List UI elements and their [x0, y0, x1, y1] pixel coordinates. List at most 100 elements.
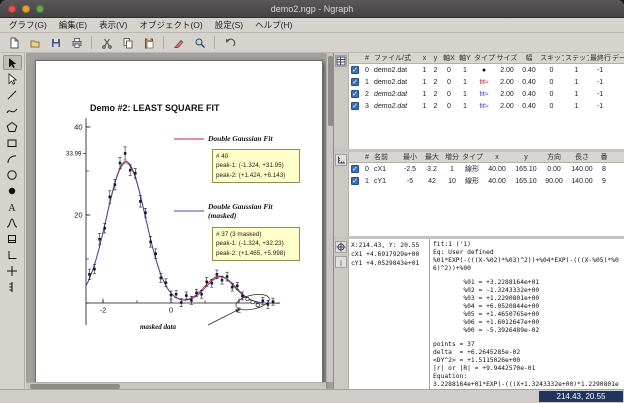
select-tool[interactable]: [3, 55, 22, 70]
file-table-row[interactable]: ✓ 1 demo2.dat 1 2 0 1 fit≈ 2.00 0.40 0: [349, 76, 624, 88]
file-column-header[interactable]: ステップ: [564, 53, 589, 63]
information-tab[interactable]: i: [335, 256, 347, 268]
file-column-header[interactable]: #: [361, 55, 373, 62]
menu-item-graph[interactable]: グラフ(G): [3, 18, 53, 32]
file-table-row[interactable]: ✓ 2 demo2.dat 1 2 0 1 fit≈ 2.00 0.40 0: [349, 88, 624, 100]
legend-fit2-label-2[interactable]: (masked): [208, 211, 236, 220]
cursor-position: 214.43, 20.55: [539, 391, 623, 402]
file-table-row[interactable]: ✓ 0 demo2.dat 1 2 0 1 ● 2.00 0.40 0: [349, 64, 624, 76]
cut-button[interactable]: [97, 35, 116, 51]
svg-text:40: 40: [74, 123, 82, 132]
save-button[interactable]: [46, 35, 65, 51]
row-visible-checkbox[interactable]: ✓: [351, 177, 359, 185]
axis-column-header[interactable]: 方向: [541, 152, 567, 162]
axis-column-header[interactable]: 名前: [373, 152, 399, 162]
mark-icon: [6, 185, 18, 197]
open-icon: [29, 37, 41, 49]
fit-info-box-1[interactable]: # 40 peak-1: (-1.324, +31.95) peak-2: (+…: [212, 149, 300, 183]
file-column-header[interactable]: 最終行: [589, 53, 611, 63]
print-button[interactable]: [67, 35, 86, 51]
legend-fit2-label[interactable]: Double Gaussian Fit: [208, 202, 273, 211]
frame-graph-tool[interactable]: [3, 231, 22, 246]
axis-column-header[interactable]: y: [511, 154, 541, 161]
axis-column-header[interactable]: 番: [597, 152, 611, 162]
viewer-button[interactable]: [190, 35, 209, 51]
menu-item-view[interactable]: 表示(V): [93, 18, 133, 32]
single-axis-tool[interactable]: [3, 279, 22, 294]
curve-tool[interactable]: [3, 103, 22, 118]
file-column-header[interactable]: データ数: [611, 53, 624, 63]
file-column-header[interactable]: 軸X: [441, 53, 457, 63]
row-visible-checkbox[interactable]: ✓: [351, 66, 359, 74]
legend-select-tool[interactable]: [3, 71, 22, 86]
maximize-button[interactable]: [36, 5, 44, 13]
canvas-area[interactable]: -202204033.99 Demo #2: LEAST SQUARE FIT …: [26, 53, 333, 389]
fit-log-line: Equation:: [433, 373, 621, 381]
menu-item-settings[interactable]: 設定(S): [209, 18, 249, 32]
fit-log-line: delta = +6.2645285e-02: [433, 349, 621, 357]
polygon-tool[interactable]: [3, 119, 22, 134]
page[interactable]: -202204033.99 Demo #2: LEAST SQUARE FIT …: [35, 60, 323, 386]
circle-tool[interactable]: [3, 167, 22, 182]
close-button[interactable]: [8, 5, 16, 13]
horizontal-scrollbar[interactable]: [26, 382, 326, 389]
file-table: #ファイル/式xy軸X軸Yタイプサイズ幅スキップステップ最終行データ数 ✓ 0 …: [349, 53, 624, 149]
paste-button[interactable]: [139, 35, 158, 51]
file-table-row[interactable]: ✓ 3 demo2.dat 1 2 0 1 fit≈ 2.00 0.40 0: [349, 100, 624, 112]
new-document-button[interactable]: [4, 35, 23, 51]
coordinate-tab[interactable]: [335, 241, 347, 253]
rectangle-tool[interactable]: [3, 135, 22, 150]
section-graph-tool[interactable]: [3, 247, 22, 262]
row-visible-checkbox[interactable]: ✓: [351, 102, 359, 110]
masked-data-label[interactable]: masked data: [140, 323, 176, 331]
file-column-header[interactable]: ファイル/式: [373, 53, 419, 63]
axis-column-header[interactable]: x: [483, 154, 511, 161]
axis-column-header[interactable]: 長さ: [567, 152, 597, 162]
file-column-header[interactable]: タイプ: [473, 53, 495, 63]
window-title: demo2.ngp - Ngraph: [271, 4, 354, 14]
plot-title[interactable]: Demo #2: LEAST SQUARE FIT: [90, 103, 220, 113]
axis-column-header[interactable]: 最小: [399, 152, 421, 162]
open-button[interactable]: [25, 35, 44, 51]
axis-list-icon: [336, 155, 346, 165]
axis-table-row[interactable]: ✓ 1 cY1 -5 42 10 線形 40.00 165.10 90.00 1: [349, 175, 624, 187]
menu-item-help[interactable]: ヘルプ(H): [249, 18, 298, 32]
cross-graph-tool[interactable]: [3, 263, 22, 278]
legend-fit1-label[interactable]: Double Gaussian Fit: [208, 134, 273, 143]
arc-tool[interactable]: [3, 151, 22, 166]
file-column-header[interactable]: y: [430, 55, 441, 62]
vertical-scrollbar[interactable]: [326, 53, 333, 382]
plot-type: fit≈: [473, 103, 495, 110]
text-tool[interactable]: A: [3, 199, 22, 214]
fit-log-line: %02 = -1.3243332e+00: [433, 287, 621, 295]
draw-button[interactable]: [169, 35, 188, 51]
row-visible-checkbox[interactable]: ✓: [351, 165, 359, 173]
axis-column-header[interactable]: #: [361, 154, 373, 161]
single-axis-icon: [6, 281, 18, 293]
minimize-button[interactable]: [22, 5, 30, 13]
menu-item-edit[interactable]: 編集(E): [53, 18, 93, 32]
axis-column-header[interactable]: 増分: [443, 152, 461, 162]
row-visible-checkbox[interactable]: ✓: [351, 90, 359, 98]
file-column-header[interactable]: サイズ: [495, 53, 519, 63]
gauss-tool[interactable]: [3, 215, 22, 230]
toolbar-separator: [214, 36, 215, 49]
axis-column-header[interactable]: 最大: [421, 152, 443, 162]
menu-item-object[interactable]: オブジェクト(O): [133, 18, 208, 32]
undo-button[interactable]: [220, 35, 239, 51]
line-tool[interactable]: [3, 87, 22, 102]
axis-column-header[interactable]: タイプ: [461, 152, 483, 162]
axis-table-row[interactable]: ✓ 0 cX1 -2.5 3.2 1 線形 40.00 165.10 0.00: [349, 163, 624, 175]
row-visible-checkbox[interactable]: ✓: [351, 78, 359, 86]
file-column-header[interactable]: x: [419, 55, 430, 62]
mark-tool[interactable]: [3, 183, 22, 198]
data-list-tab[interactable]: [335, 55, 347, 67]
svg-text:20: 20: [74, 211, 82, 220]
fit-info-box-2[interactable]: # 37 (3 masked) peak-1: (-1.324, +32.23)…: [212, 227, 300, 261]
axis-list-tab[interactable]: [335, 154, 347, 166]
file-column-header[interactable]: 幅: [519, 53, 539, 63]
data-list-icon: [336, 56, 346, 66]
file-column-header[interactable]: 軸Y: [457, 53, 473, 63]
file-column-header[interactable]: スキップ: [539, 53, 564, 63]
copy-button[interactable]: [118, 35, 137, 51]
